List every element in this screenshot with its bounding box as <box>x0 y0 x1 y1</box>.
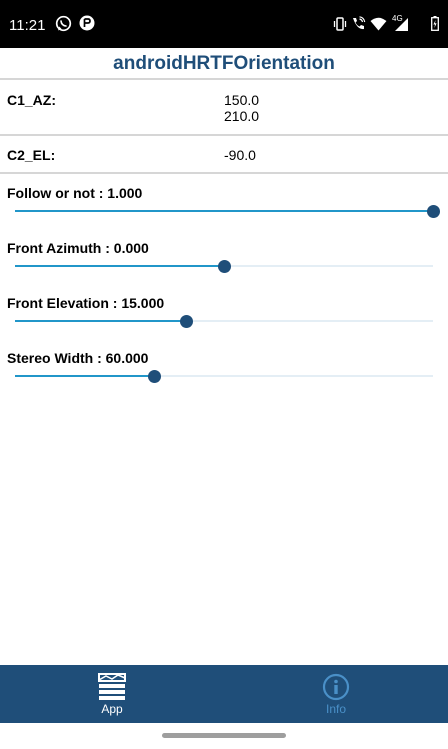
app-icon <box>98 673 126 700</box>
front-azimuth-slider-label: Front Azimuth : 0.000 <box>7 240 149 256</box>
wifi-icon <box>370 17 387 31</box>
stereo-width-slider-label: Stereo Width : 60.000 <box>7 350 149 366</box>
whatsapp-icon <box>55 15 72 32</box>
c2-el-label: C2_EL: <box>7 147 56 163</box>
wifi-calling-icon <box>353 16 366 30</box>
app-title: androidHRTFOrientation <box>113 53 335 74</box>
front-azimuth-slider[interactable] <box>15 256 433 276</box>
slider-fill <box>15 265 224 267</box>
slider-fill <box>15 210 433 212</box>
slider-thumb[interactable] <box>218 260 231 273</box>
follow-slider[interactable] <box>15 201 440 221</box>
slider-thumb[interactable] <box>179 315 193 328</box>
c1-az-value: 210.0 <box>224 108 260 124</box>
status-bar: 11:21 4G <box>0 0 448 48</box>
nav-item-app[interactable]: App <box>0 665 224 723</box>
app-notification-icon <box>79 15 95 31</box>
slider-fill <box>15 375 155 377</box>
home-gesture-handle[interactable] <box>162 733 286 738</box>
slider-thumb[interactable] <box>148 370 162 383</box>
front-elevation-slider[interactable] <box>15 311 433 331</box>
slider-fill <box>15 320 186 322</box>
divider <box>0 172 448 174</box>
system-navigation-bar <box>0 723 448 749</box>
c1-az-label: C1_AZ: <box>7 92 57 108</box>
c2-el-values: -90.0 <box>224 147 256 163</box>
bottom-navigation: App Info <box>0 665 448 723</box>
battery-icon <box>431 16 439 31</box>
stereo-width-slider[interactable] <box>15 366 433 386</box>
c2-el-value: -90.0 <box>224 147 256 163</box>
nav-item-info[interactable]: Info <box>224 665 448 723</box>
follow-slider-label: Follow or not : 1.000 <box>7 185 143 201</box>
c1-az-value: 150.0 <box>224 92 260 108</box>
signal-icon <box>395 18 408 31</box>
info-icon <box>322 673 350 701</box>
divider <box>0 78 448 80</box>
nav-label-app: App <box>101 702 123 716</box>
slider-thumb[interactable] <box>427 205 440 218</box>
nav-label-info: Info <box>325 702 346 716</box>
divider <box>0 134 448 136</box>
front-elevation-slider-label: Front Elevation : 15.000 <box>7 295 165 311</box>
status-time: 11:21 <box>9 17 46 34</box>
vibrate-icon <box>333 17 347 31</box>
c1-az-values: 150.0 210.0 <box>224 92 259 124</box>
